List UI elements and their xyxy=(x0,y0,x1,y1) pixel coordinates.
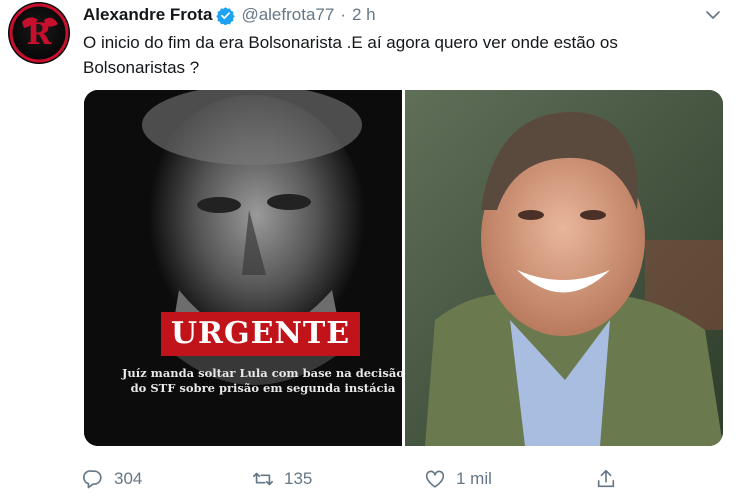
timestamp[interactable]: 2 h xyxy=(352,5,376,25)
chevron-down-icon[interactable] xyxy=(704,6,722,24)
like-button[interactable]: 1 mil xyxy=(424,466,492,492)
share-icon xyxy=(597,469,615,488)
like-count: 1 mil xyxy=(456,469,492,488)
reply-icon xyxy=(82,470,102,489)
urgent-badge: URGENTE xyxy=(161,312,360,356)
retweet-icon xyxy=(253,472,273,486)
media-image-right[interactable] xyxy=(405,90,723,446)
tweet-media[interactable]: URGENTE Juíz manda soltar Lula com base … xyxy=(84,90,723,446)
share-button[interactable] xyxy=(595,466,627,492)
retweet-count: 135 xyxy=(284,469,313,488)
flamengo-crest-icon: R xyxy=(9,3,69,63)
news-headline: Juíz manda soltar Lula com base na decis… xyxy=(121,366,402,395)
tweet-header: Alexandre Frota @alefrota77 · 2 h xyxy=(83,3,376,27)
author-name[interactable]: Alexandre Frota xyxy=(83,5,212,25)
media-image-left[interactable]: URGENTE Juíz manda soltar Lula com base … xyxy=(84,90,402,446)
avatar[interactable]: R xyxy=(8,2,70,64)
reply-count: 304 xyxy=(114,469,143,488)
heart-icon xyxy=(425,470,445,488)
separator-dot: · xyxy=(340,5,346,24)
verified-badge-icon xyxy=(216,6,236,25)
author-handle[interactable]: @alefrota77 xyxy=(241,5,334,25)
reply-button[interactable]: 304 xyxy=(82,466,142,492)
tweet-actions: 304 135 1 mil xyxy=(80,466,640,492)
retweet-button[interactable]: 135 xyxy=(252,466,312,492)
portrait-photo-right xyxy=(405,90,723,446)
tweet-text: O inicio do fim da era Bolsonarista .E a… xyxy=(83,33,618,77)
